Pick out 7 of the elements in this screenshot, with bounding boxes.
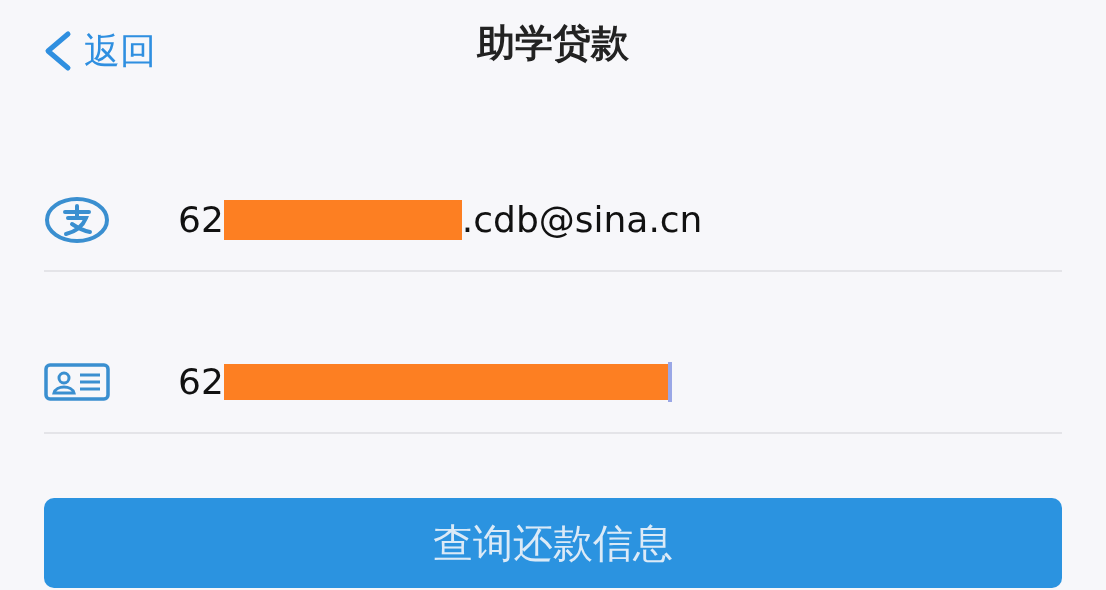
back-chevron-icon xyxy=(42,30,72,72)
input-field[interactable]: 62 xyxy=(178,357,672,407)
payment-logo-icon xyxy=(44,196,110,244)
text-cursor xyxy=(667,362,672,402)
id-card-icon xyxy=(44,363,110,401)
input-field[interactable]: 62 .cdb@sina.cn xyxy=(178,195,703,245)
page-title: 助学贷款 xyxy=(477,20,629,67)
